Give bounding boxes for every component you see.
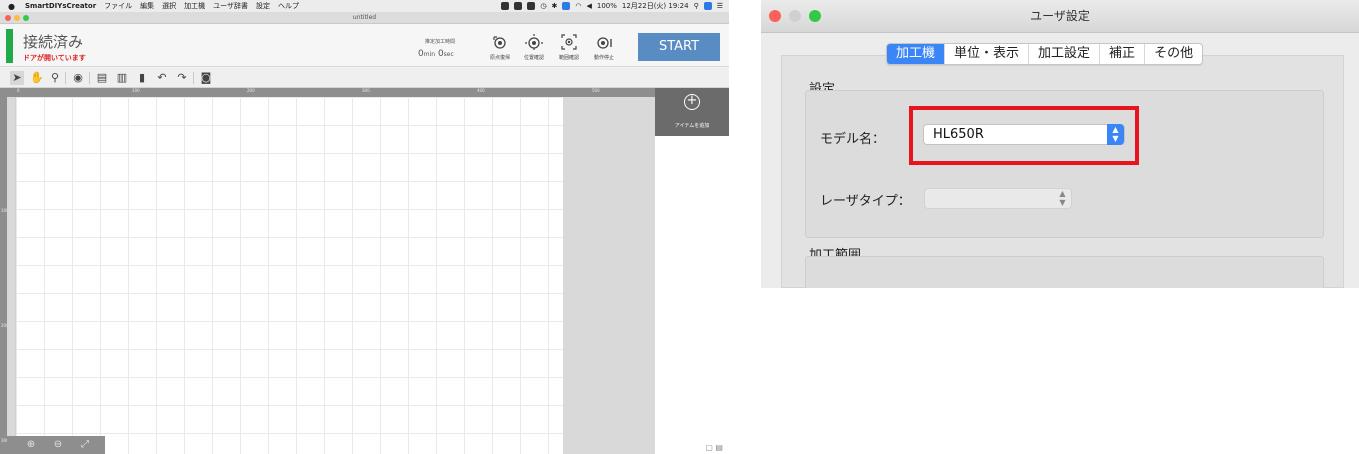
panel-view-toggle-icon[interactable]: ▢ ▤	[705, 443, 723, 452]
range-check-label: 範囲確認	[558, 55, 579, 61]
ruler-tick: 300	[362, 88, 370, 93]
laser-type-select[interactable]: ▲ ▼	[924, 188, 1072, 209]
menubar-app-name[interactable]: SmartDIYsCreator	[25, 2, 96, 10]
menu-select[interactable]: 選択	[162, 1, 176, 11]
door-warning: ドアが開いています	[23, 54, 86, 62]
preview-eye-icon[interactable]: ◉	[71, 71, 85, 85]
connection-indicator	[6, 29, 13, 63]
position-check-button[interactable]: 位置確認	[514, 33, 554, 61]
menubar-status-area: ◷ ✱ ◠ ◀ 100% 12月22日(火) 19:24 ⚲ ☰	[501, 0, 723, 12]
connection-status: 接続済み	[23, 33, 84, 51]
stop-motion-label: 動作停止	[593, 55, 614, 61]
smartdiys-creator-window: ● SmartDIYsCreator ファイル 編集 選択 加工機 ユーザ辞書 …	[0, 0, 729, 454]
ruler-tick: 500	[592, 88, 600, 93]
menu-file[interactable]: ファイル	[104, 1, 132, 11]
zoom-magnifier-icon[interactable]: ⚲	[48, 71, 62, 85]
window-minimize-button[interactable]	[14, 15, 20, 21]
user-settings-window: ユーザ設定 加工機 単位・表示 加工設定 補正 その他 設定 モデル名： HL6…	[761, 0, 1359, 288]
edit-toolbar: ➤ ✋ ⚲ ◉ ▤ ▥ ▮ ↶ ↷ ◙	[0, 68, 729, 88]
add-item-button[interactable]: + アイテムを追加	[655, 88, 729, 136]
hand-pan-icon[interactable]: ✋	[30, 71, 44, 85]
menu-help[interactable]: ヘルプ	[278, 1, 299, 11]
horizontal-ruler: 0 100 200 300 400 500	[7, 88, 655, 97]
range-check-icon	[561, 34, 577, 50]
position-check-label: 位置確認	[523, 55, 544, 61]
laser-type-label: レーザタイプ：	[820, 194, 911, 209]
settings-tab-bar: 加工機 単位・表示 加工設定 補正 その他	[886, 43, 1204, 65]
select-arrow-icon[interactable]: ➤	[10, 71, 24, 85]
ruler-tick: 100	[132, 88, 140, 93]
zoom-controls: ⊕ ⊖ ⤢	[7, 436, 105, 454]
status-clipboard-icon[interactable]	[514, 2, 523, 10]
window-title: untitled	[352, 14, 377, 21]
redo-icon[interactable]: ↷	[175, 71, 189, 85]
app-window-titlebar: untitled	[0, 12, 729, 24]
processing-range-box	[805, 256, 1324, 288]
time-machine-icon[interactable]: ◷	[540, 2, 546, 10]
ruler-tick: 0	[17, 88, 20, 93]
model-name-label: モデル名：	[820, 132, 886, 147]
window-close-button[interactable]	[5, 15, 11, 21]
fit-to-screen-icon[interactable]: ⤢	[79, 439, 91, 451]
estimated-time-label: 推定加工時間	[425, 39, 456, 45]
model-name-highlight-box	[909, 106, 1139, 165]
home-origin-icon	[493, 36, 506, 49]
menu-settings[interactable]: 設定	[256, 1, 270, 11]
menu-machine[interactable]: 加工機	[184, 1, 205, 11]
estimated-time-value: 0min 0sec	[418, 49, 454, 59]
ruler-tick: 400	[477, 88, 485, 93]
paste-icon[interactable]: ▥	[115, 71, 129, 85]
volume-icon[interactable]: ◀	[586, 2, 591, 10]
vertical-ruler: 100 200 300	[0, 88, 9, 454]
machine-status-header: 接続済み ドアが開いています 推定加工時間 0min 0sec 原点復帰 位置確…	[0, 25, 729, 67]
zoom-in-icon[interactable]: ⊕	[25, 439, 37, 451]
home-origin-label: 原点復帰	[489, 55, 510, 61]
tab-other[interactable]: その他	[1145, 44, 1202, 64]
settings-window-title: ユーザ設定	[1030, 9, 1090, 23]
tab-correction[interactable]: 補正	[1100, 44, 1146, 64]
stop-motion-button[interactable]: 動作停止	[584, 33, 624, 61]
wifi-icon[interactable]: ◠	[575, 2, 581, 10]
tab-units-display[interactable]: 単位・表示	[945, 44, 1030, 64]
tab-processing-settings[interactable]: 加工設定	[1029, 44, 1101, 64]
toolbar-divider	[193, 72, 194, 84]
menu-user-dictionary[interactable]: ユーザ辞書	[213, 1, 248, 11]
start-button[interactable]: START	[638, 33, 720, 61]
settings-titlebar: ユーザ設定	[761, 0, 1359, 33]
tab-machine[interactable]: 加工機	[887, 44, 946, 64]
camera-icon[interactable]: ◙	[199, 71, 213, 85]
toolbar-divider	[65, 72, 66, 84]
trash-icon[interactable]: ▮	[135, 71, 149, 85]
zoom-out-icon[interactable]: ⊖	[52, 439, 64, 451]
control-center-icon[interactable]: ☰	[717, 2, 723, 10]
spotlight-search-icon[interactable]: ⚲	[694, 2, 699, 10]
select-chevrons-icon: ▲ ▼	[1059, 189, 1066, 207]
menu-edit[interactable]: 編集	[140, 1, 154, 11]
canvas-out-of-range-area	[563, 97, 655, 454]
bluetooth-icon[interactable]: ✱	[552, 2, 558, 10]
item-panel: + アイテムを追加 ▢ ▤	[655, 88, 729, 454]
range-check-button[interactable]: 範囲確認	[549, 33, 589, 61]
time-sec-unit: sec	[443, 51, 454, 58]
work-canvas[interactable]	[15, 97, 563, 454]
ruler-tick: 200	[247, 88, 255, 93]
add-item-label: アイテムを追加	[674, 123, 710, 129]
toolbar-divider	[89, 72, 90, 84]
battery-percent[interactable]: 100%	[597, 2, 617, 10]
status-input-icon[interactable]	[562, 2, 571, 10]
status-shield-icon[interactable]	[527, 2, 536, 10]
menubar-datetime[interactable]: 12月22日(火) 19:24	[622, 1, 689, 11]
window-zoom-button[interactable]	[23, 15, 29, 21]
user-avatar-icon[interactable]	[703, 2, 712, 10]
position-check-icon	[525, 34, 543, 50]
time-min-unit: min	[423, 51, 436, 58]
canvas-margin	[7, 97, 15, 454]
copy-icon[interactable]: ▤	[95, 71, 109, 85]
status-app-icon[interactable]	[501, 2, 510, 10]
stop-motion-icon	[597, 37, 612, 49]
apple-menu-icon[interactable]: ●	[8, 2, 15, 11]
plus-circle-icon: +	[684, 94, 700, 110]
undo-icon[interactable]: ↶	[155, 71, 169, 85]
macos-menubar: ● SmartDIYsCreator ファイル 編集 選択 加工機 ユーザ辞書 …	[0, 0, 729, 12]
